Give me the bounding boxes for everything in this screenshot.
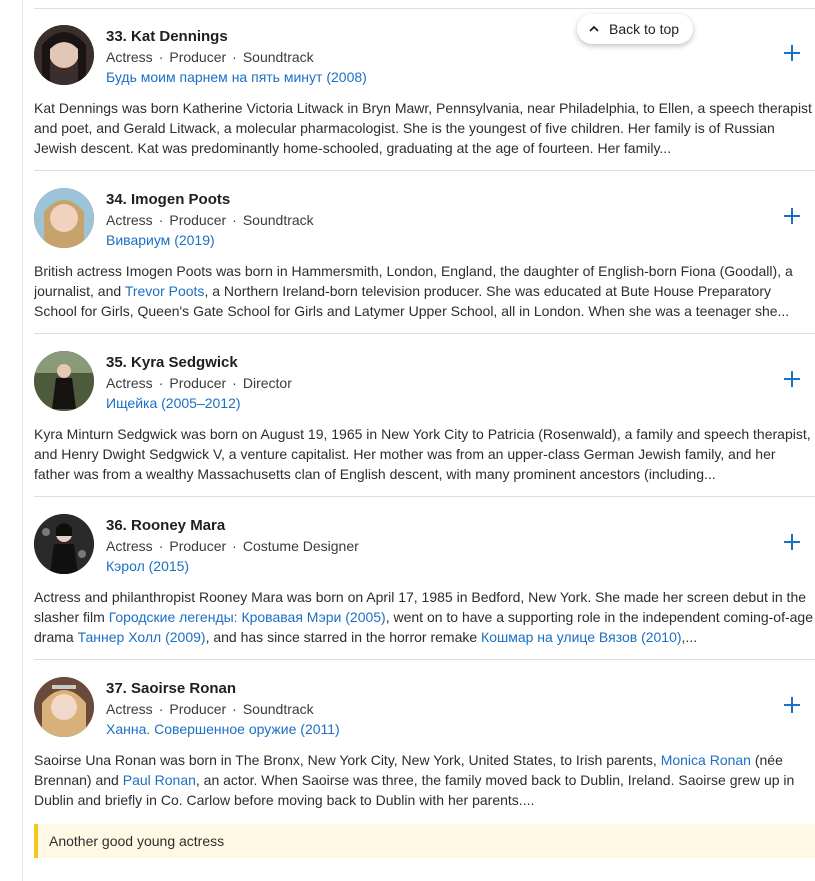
add-to-list-button[interactable]	[783, 533, 801, 551]
role: Producer	[169, 49, 227, 65]
role: Actress	[106, 701, 153, 717]
back-to-top-label: Back to top	[609, 21, 680, 37]
avatar[interactable]	[34, 351, 94, 411]
known-for-link[interactable]: Кэрол (2015)	[106, 558, 189, 574]
avatar[interactable]	[34, 514, 94, 574]
list-item: 37. Saoirse Ronan Actress · Producer · Sound…	[34, 659, 815, 858]
person-link[interactable]: Paul Ronan	[123, 772, 196, 788]
list-item: 33. Kat Dennings Actress · Producer · Soundt…	[34, 8, 815, 170]
role: Producer	[169, 701, 227, 717]
role: Soundtrack	[242, 49, 314, 65]
role: Actress	[106, 212, 153, 228]
avatar[interactable]	[34, 188, 94, 248]
roles: Actress · Producer · Costume Designer	[106, 538, 359, 554]
add-to-list-button[interactable]	[783, 696, 801, 714]
bio: British actress Imogen Poots was born in…	[34, 255, 815, 333]
person-list: 33. Kat Dennings Actress · Producer · Soundt…	[34, 8, 815, 870]
list-item: 34. Imogen Poots Actress · Producer · Soundt…	[34, 170, 815, 333]
person-link[interactable]: Monica Ronan	[661, 752, 751, 768]
role: Producer	[169, 212, 227, 228]
role: Producer	[169, 375, 227, 391]
role: Costume Designer	[242, 538, 359, 554]
avatar[interactable]	[34, 677, 94, 737]
person-name[interactable]: 34. Imogen Poots	[106, 191, 230, 208]
known-for-link[interactable]: Будь моим парнем на пять минут (2008)	[106, 69, 367, 85]
role: Producer	[169, 538, 227, 554]
list-item: 35. Kyra Sedgwick Actress · Producer · Direc…	[34, 333, 815, 496]
bio: Kyra Minturn Sedgwick was born on August…	[34, 426, 811, 482]
user-note: Another good young actress	[34, 824, 815, 858]
person-name[interactable]: 35. Kyra Sedgwick	[106, 354, 238, 371]
role: Director	[242, 375, 292, 391]
role: Soundtrack	[242, 701, 314, 717]
list-item: 36. Rooney Mara Actress · Producer · Costume…	[34, 496, 815, 659]
roles: Actress · Producer · Soundtrack	[106, 701, 314, 717]
add-to-list-button[interactable]	[783, 44, 801, 62]
left-divider	[22, 0, 23, 881]
role: Soundtrack	[242, 212, 314, 228]
person-name[interactable]: 33. Kat Dennings	[106, 28, 228, 45]
roles: Actress · Producer · Director	[106, 375, 292, 391]
chevron-up-icon	[589, 25, 599, 32]
role: Actress	[106, 49, 153, 65]
bio: Kat Dennings was born Katherine Victoria…	[34, 100, 812, 156]
known-for-link[interactable]: Ищейка (2005–2012)	[106, 395, 241, 411]
film-link[interactable]: Таннер Холл (2009)	[78, 629, 206, 645]
person-link[interactable]: Trevor Poots	[125, 283, 205, 299]
bio-text: Saoirse Una Ronan was born in The Bronx,…	[34, 752, 661, 768]
roles: Actress · Producer · Soundtrack	[106, 49, 314, 65]
known-for-link[interactable]: Ханна. Совершенное оружие (2011)	[106, 721, 340, 737]
back-to-top-button[interactable]: Back to top	[577, 14, 694, 44]
bio-text: ,...	[681, 629, 698, 645]
bio: Actress and philanthropist Rooney Mara w…	[34, 581, 815, 659]
add-to-list-button[interactable]	[783, 370, 801, 388]
avatar[interactable]	[34, 25, 94, 85]
film-link[interactable]: Городские легенды: Кровавая Мэри (2005)	[109, 609, 386, 625]
bio: Saoirse Una Ronan was born in The Bronx,…	[34, 744, 815, 822]
roles: Actress · Producer · Soundtrack	[106, 212, 314, 228]
bio-text: , and has since starred in the horror re…	[205, 629, 482, 645]
known-for-link[interactable]: Вивариум (2019)	[106, 232, 215, 248]
person-name[interactable]: 37. Saoirse Ronan	[106, 680, 236, 697]
role: Actress	[106, 375, 153, 391]
film-link[interactable]: Кошмар на улице Вязов (2010)	[481, 629, 682, 645]
add-to-list-button[interactable]	[783, 207, 801, 225]
role: Actress	[106, 538, 153, 554]
person-name[interactable]: 36. Rooney Mara	[106, 517, 225, 534]
